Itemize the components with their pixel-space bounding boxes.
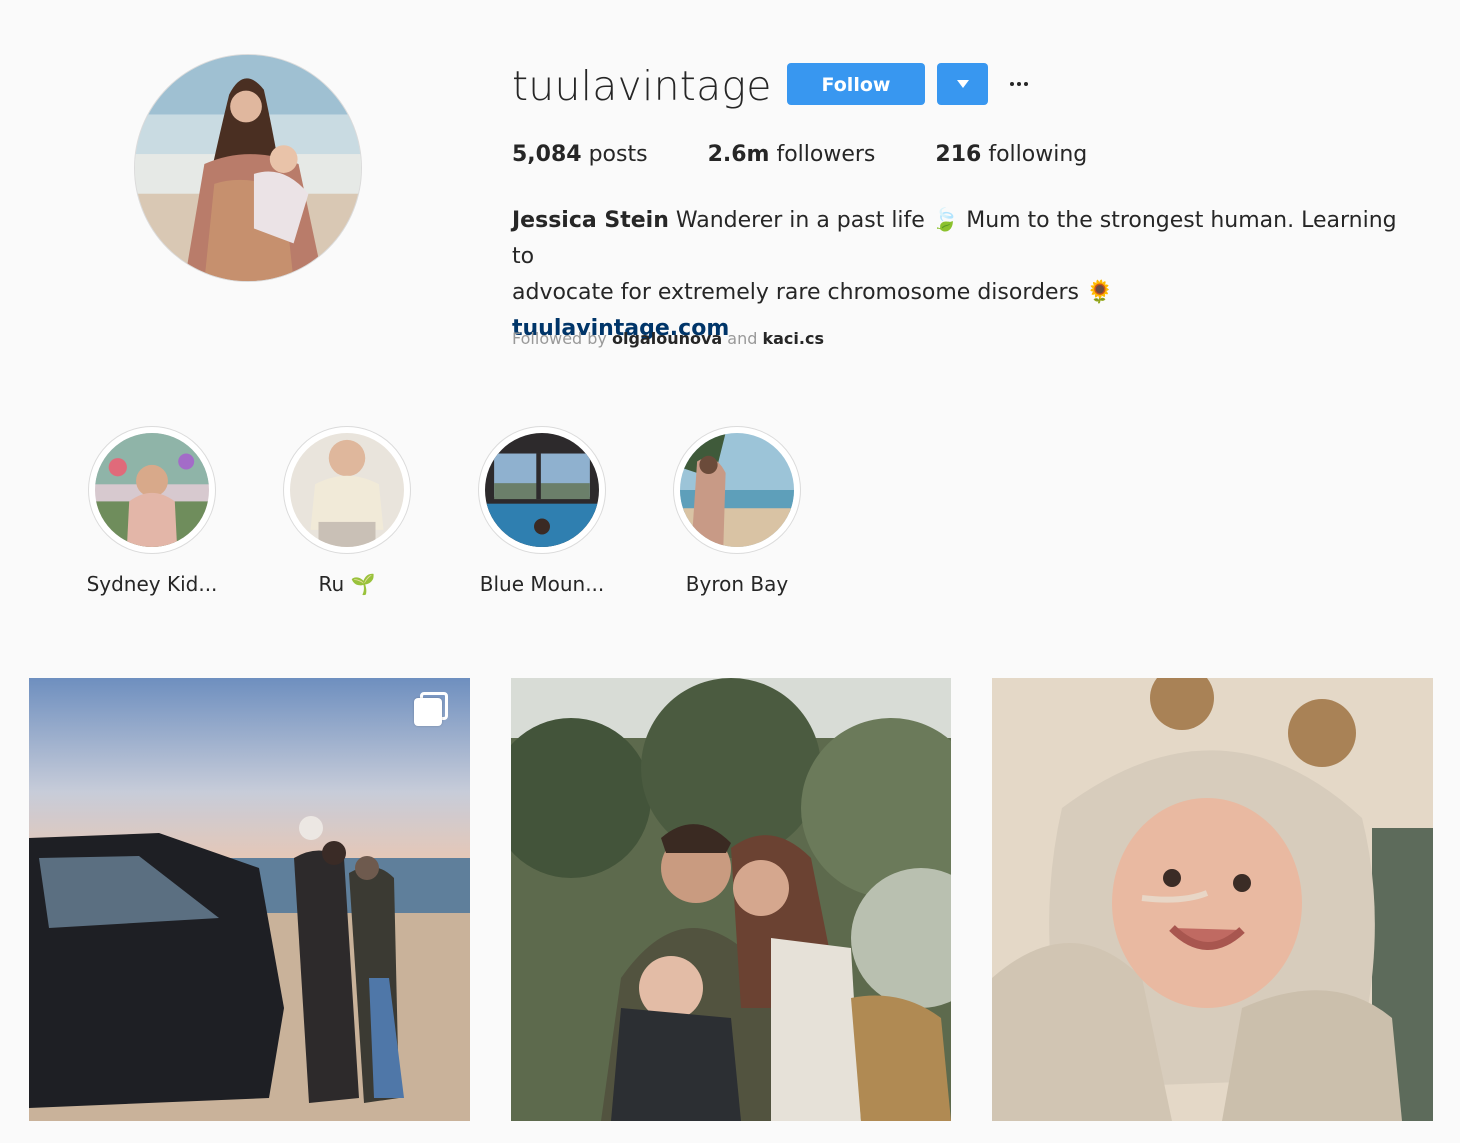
highlight-label: Byron Bay — [685, 572, 789, 596]
profile-avatar[interactable] — [134, 54, 362, 282]
highlight-label: Blue Moun... — [479, 572, 605, 596]
highlight-cover — [680, 433, 794, 547]
profile-full-name: Jessica Stein — [512, 208, 669, 233]
profile-stats: 5,084 posts 2.6m followers 216 following — [512, 142, 1147, 167]
highlight-byron-bay[interactable]: Byron Bay — [657, 426, 817, 596]
follow-button[interactable]: Follow — [787, 63, 925, 105]
caret-down-icon — [956, 80, 969, 88]
highlight-label: Sydney Kid... — [86, 572, 218, 596]
followed-by-user-2[interactable]: kaci.cs — [762, 329, 824, 348]
highlight-ru[interactable]: Ru 🌱 — [267, 426, 427, 596]
more-options-button[interactable] — [1004, 66, 1034, 102]
highlight-label: Ru 🌱 — [318, 572, 376, 596]
posts-count[interactable]: 5,084 posts — [512, 142, 648, 167]
suggested-dropdown-button[interactable] — [937, 63, 988, 105]
followed-by: Followed by olgalounova and kaci.cs — [512, 329, 824, 348]
post-thumbnail-3[interactable] — [992, 678, 1433, 1121]
multiple-images-icon — [412, 692, 448, 728]
followers-count[interactable]: 2.6m followers — [708, 142, 876, 167]
post-thumbnail-1[interactable] — [29, 678, 470, 1121]
ellipsis-icon — [1010, 82, 1014, 86]
highlight-blue-mountains[interactable]: Blue Moun... — [462, 426, 622, 596]
profile-username: tuulavintage — [512, 62, 772, 110]
highlight-cover — [290, 433, 404, 547]
bio-text-line2: advocate for extremely rare chromosome d… — [512, 280, 1114, 305]
following-count[interactable]: 216 following — [935, 142, 1087, 167]
post-thumbnail-2[interactable] — [511, 678, 951, 1121]
followed-by-user-1[interactable]: olgalounova — [612, 329, 722, 348]
highlight-sydney-kids[interactable]: Sydney Kid... — [72, 426, 232, 596]
highlight-cover — [95, 433, 209, 547]
profile-bio: Jessica Stein Wanderer in a past life 🍃 … — [512, 203, 1412, 347]
highlight-cover — [485, 433, 599, 547]
